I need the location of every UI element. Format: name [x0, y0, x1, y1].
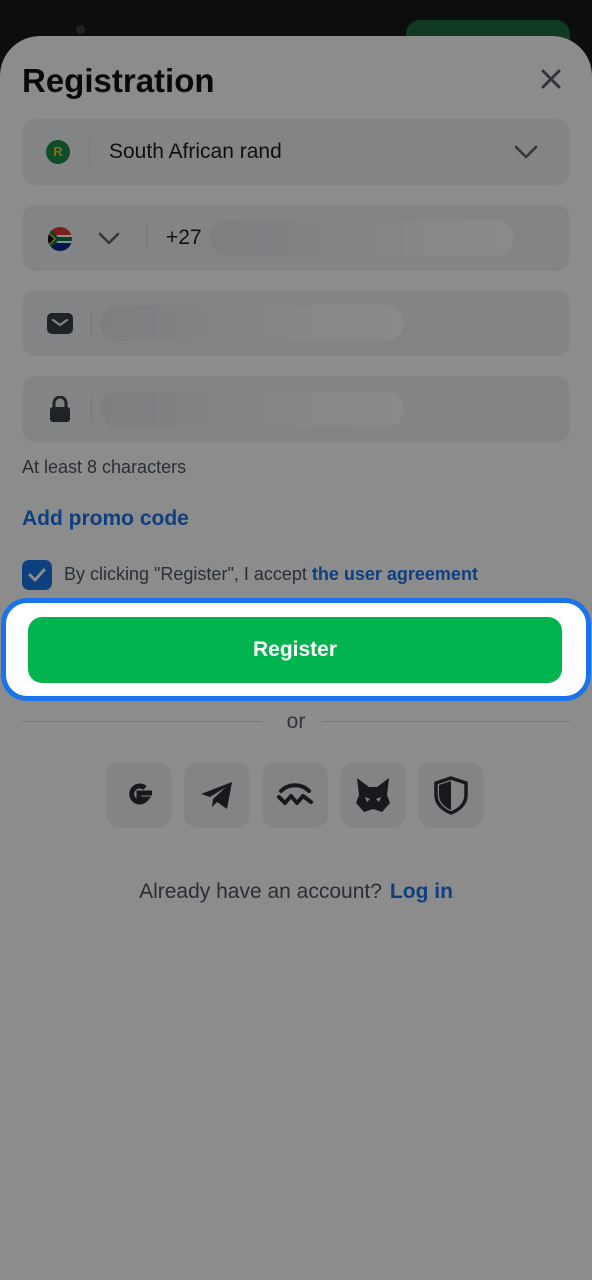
metamask-icon — [356, 778, 390, 812]
close-icon[interactable] — [536, 64, 566, 94]
login-prompt: Already have an account? Log in — [139, 880, 453, 903]
metamask-login-button[interactable] — [340, 762, 406, 828]
phone-input-redacted[interactable] — [210, 220, 514, 256]
register-button[interactable]: Register — [28, 617, 562, 683]
google-login-button[interactable] — [106, 762, 172, 828]
divider — [91, 310, 92, 336]
currency-symbol-icon: R — [46, 140, 70, 164]
agreement-checkbox[interactable] — [22, 560, 52, 590]
walletconnect-login-button[interactable] — [262, 762, 328, 828]
shield-icon — [434, 776, 468, 815]
chevron-down-icon — [514, 145, 538, 159]
divider — [91, 396, 92, 422]
google-icon — [129, 783, 152, 805]
south-africa-flag-icon[interactable] — [48, 227, 72, 251]
password-hint: At least 8 characters — [22, 457, 187, 477]
currency-select[interactable]: R South African rand — [22, 119, 570, 185]
currency-value: South African rand — [109, 140, 282, 163]
lock-icon — [50, 396, 70, 422]
country-code: +27 — [166, 226, 202, 249]
password-input-redacted[interactable] — [100, 391, 404, 427]
walletconnect-icon — [277, 783, 313, 805]
mail-icon — [47, 313, 73, 334]
telegram-login-button[interactable] — [184, 762, 250, 828]
divider — [89, 139, 90, 165]
telegram-icon — [201, 782, 232, 809]
agreement-text: By clicking "Register", I accept the use… — [64, 564, 478, 584]
chevron-down-icon[interactable] — [98, 231, 120, 247]
divider — [146, 225, 147, 251]
user-agreement-link[interactable]: the user agreement — [312, 564, 478, 584]
phone-field[interactable]: +27 — [22, 205, 570, 271]
password-field[interactable] — [22, 376, 570, 442]
email-field[interactable] — [22, 290, 570, 356]
log-in-link[interactable]: Log in — [390, 880, 453, 903]
check-icon — [28, 568, 46, 582]
page-title: Registration — [22, 62, 215, 99]
shield-login-button[interactable] — [418, 762, 484, 828]
or-divider: or — [286, 710, 306, 733]
add-promo-code-link[interactable]: Add promo code — [22, 507, 189, 531]
status-dot — [76, 25, 85, 34]
email-input-redacted[interactable] — [100, 305, 404, 341]
